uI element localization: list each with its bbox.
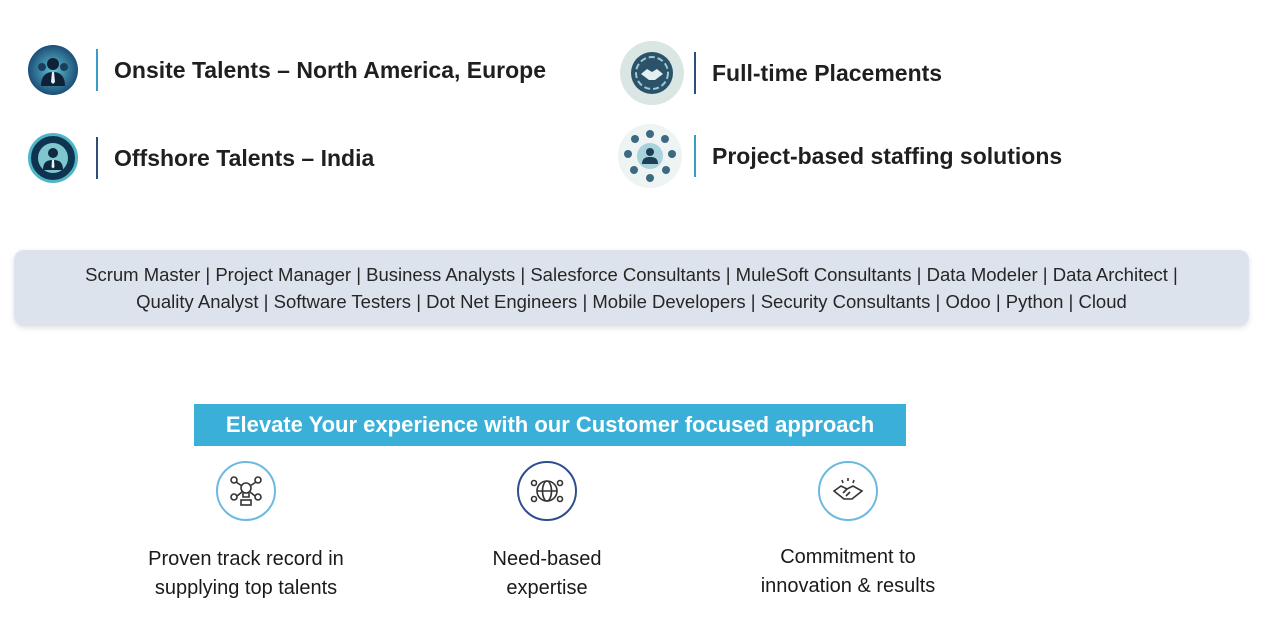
business-people-icon <box>28 45 78 95</box>
approach-banner: Elevate Your experience with our Custome… <box>194 404 906 446</box>
feature-text: Need-based <box>492 548 602 570</box>
service-offshore-talents: Offshore Talents – India <box>28 133 374 183</box>
person-badge-icon <box>28 133 78 183</box>
service-onsite-talents: Onsite Talents – North America, Europe <box>28 45 546 95</box>
divider <box>96 49 98 91</box>
divider <box>96 137 98 179</box>
feature-text: expertise <box>506 577 588 599</box>
service-project-staffing: Project-based staffing solutions <box>618 124 1062 188</box>
roles-list: Scrum Master | Project Manager | Busines… <box>14 250 1249 326</box>
feature-commitment: Commitment to innovation & results <box>708 461 988 601</box>
feature-text: Proven track record in <box>148 548 344 570</box>
team-network-icon <box>618 124 682 188</box>
service-label: Project-based staffing solutions <box>712 142 1063 169</box>
service-full-time-placements: Full-time Placements <box>620 41 942 105</box>
service-label: Offshore Talents – India <box>114 144 375 171</box>
feature-text: Commitment to <box>780 546 916 568</box>
feature-track-record: Proven track record in supplying top tal… <box>106 461 386 603</box>
service-label: Onsite Talents – North America, Europe <box>114 56 546 83</box>
feature-need-based: Need-based expertise <box>407 461 687 603</box>
ideas-network-icon <box>216 461 276 521</box>
roles-line: Quality Analyst | Software Testers | Dot… <box>136 291 1127 312</box>
globe-network-icon <box>517 461 577 521</box>
divider <box>694 52 696 94</box>
feature-text: supplying top talents <box>154 577 338 599</box>
handshake-icon <box>620 41 684 105</box>
feature-text: innovation & results <box>760 575 936 597</box>
divider <box>694 135 696 177</box>
handshake-icon <box>818 461 878 521</box>
service-label: Full-time Placements <box>712 59 943 86</box>
roles-line: Scrum Master | Project Manager | Busines… <box>85 264 1178 285</box>
